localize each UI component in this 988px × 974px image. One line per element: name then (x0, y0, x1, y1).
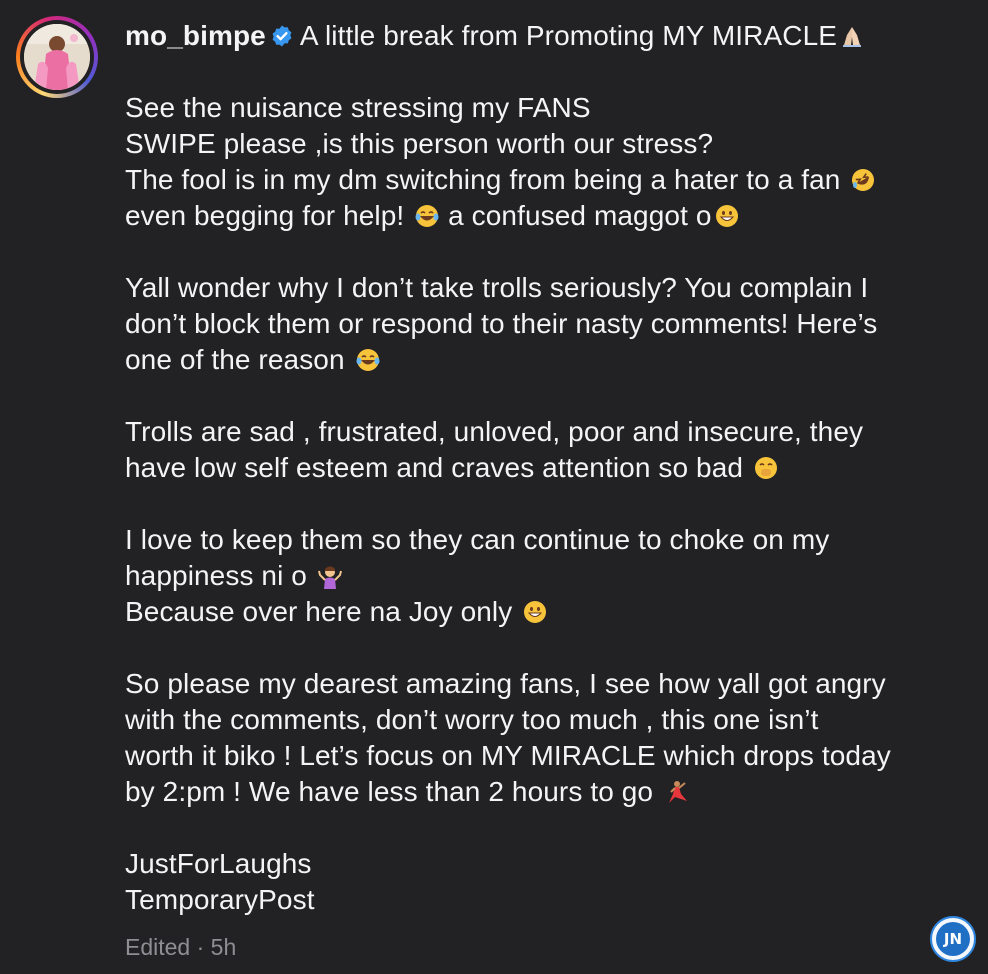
caption-line: Yall wonder why I don’t take trolls seri… (125, 272, 869, 303)
caption-line: SWIPE please ,is this person worth our s… (125, 128, 714, 159)
caption-line: worth it biko ! Let’s focus on MY MIRACL… (125, 740, 891, 771)
caption-line: don’t block them or respond to their nas… (125, 308, 878, 339)
caption-line: So please my dearest amazing fans, I see… (125, 668, 886, 699)
caption-line: I love to keep them so they can continue… (125, 524, 830, 555)
watermark-logo: JN (930, 916, 976, 962)
woman-dancing-emoji (663, 779, 689, 805)
caption-intro: A little break from Promoting MY MIRACLE (299, 20, 838, 51)
caption-line: even begging for help! a confused maggot… (125, 198, 925, 234)
watermark-text: JN (936, 922, 970, 956)
caption-line: See the nuisance stressing my FANS (125, 92, 591, 123)
caption-line: happiness ni o (125, 558, 925, 594)
caption-line: Trolls are sad , frustrated, unloved, po… (125, 416, 864, 447)
grinning-face-emoji (522, 599, 548, 625)
tears-of-joy-emoji (355, 347, 381, 373)
username[interactable]: mo_bimpe (125, 20, 266, 51)
verified-badge-icon (272, 25, 292, 47)
caption-line: one of the reason (125, 342, 925, 378)
caption-first-line: mo_bimpe A little break from Promoting MY… (125, 18, 925, 54)
grinning-face-emoji (714, 203, 740, 229)
avatar (24, 24, 90, 90)
rolling-laughing-emoji (850, 167, 876, 193)
person-shrugging-emoji (317, 563, 343, 589)
caption-line: Because over here na Joy only (125, 594, 925, 630)
caption-line: with the comments, don’t worry too much … (125, 704, 819, 735)
face-with-hand-over-mouth-emoji (753, 455, 779, 481)
post-caption: mo_bimpe A little break from Promoting MY… (125, 18, 925, 918)
caption-line: have low self esteem and craves attentio… (125, 450, 925, 486)
caption-line: The fool is in my dm switching from bein… (125, 162, 925, 198)
hashtag[interactable]: TemporaryPost (125, 882, 925, 918)
story-avatar[interactable] (16, 16, 98, 98)
hashtag[interactable]: JustForLaughs (125, 846, 925, 882)
instagram-post: mo_bimpe A little break from Promoting MY… (0, 0, 988, 974)
folded-hands-emoji (839, 23, 865, 49)
post-meta-edited-time: Edited · 5h (125, 934, 237, 960)
caption-line: by 2:pm ! We have less than 2 hours to g… (125, 774, 925, 810)
tears-of-joy-emoji (414, 203, 440, 229)
